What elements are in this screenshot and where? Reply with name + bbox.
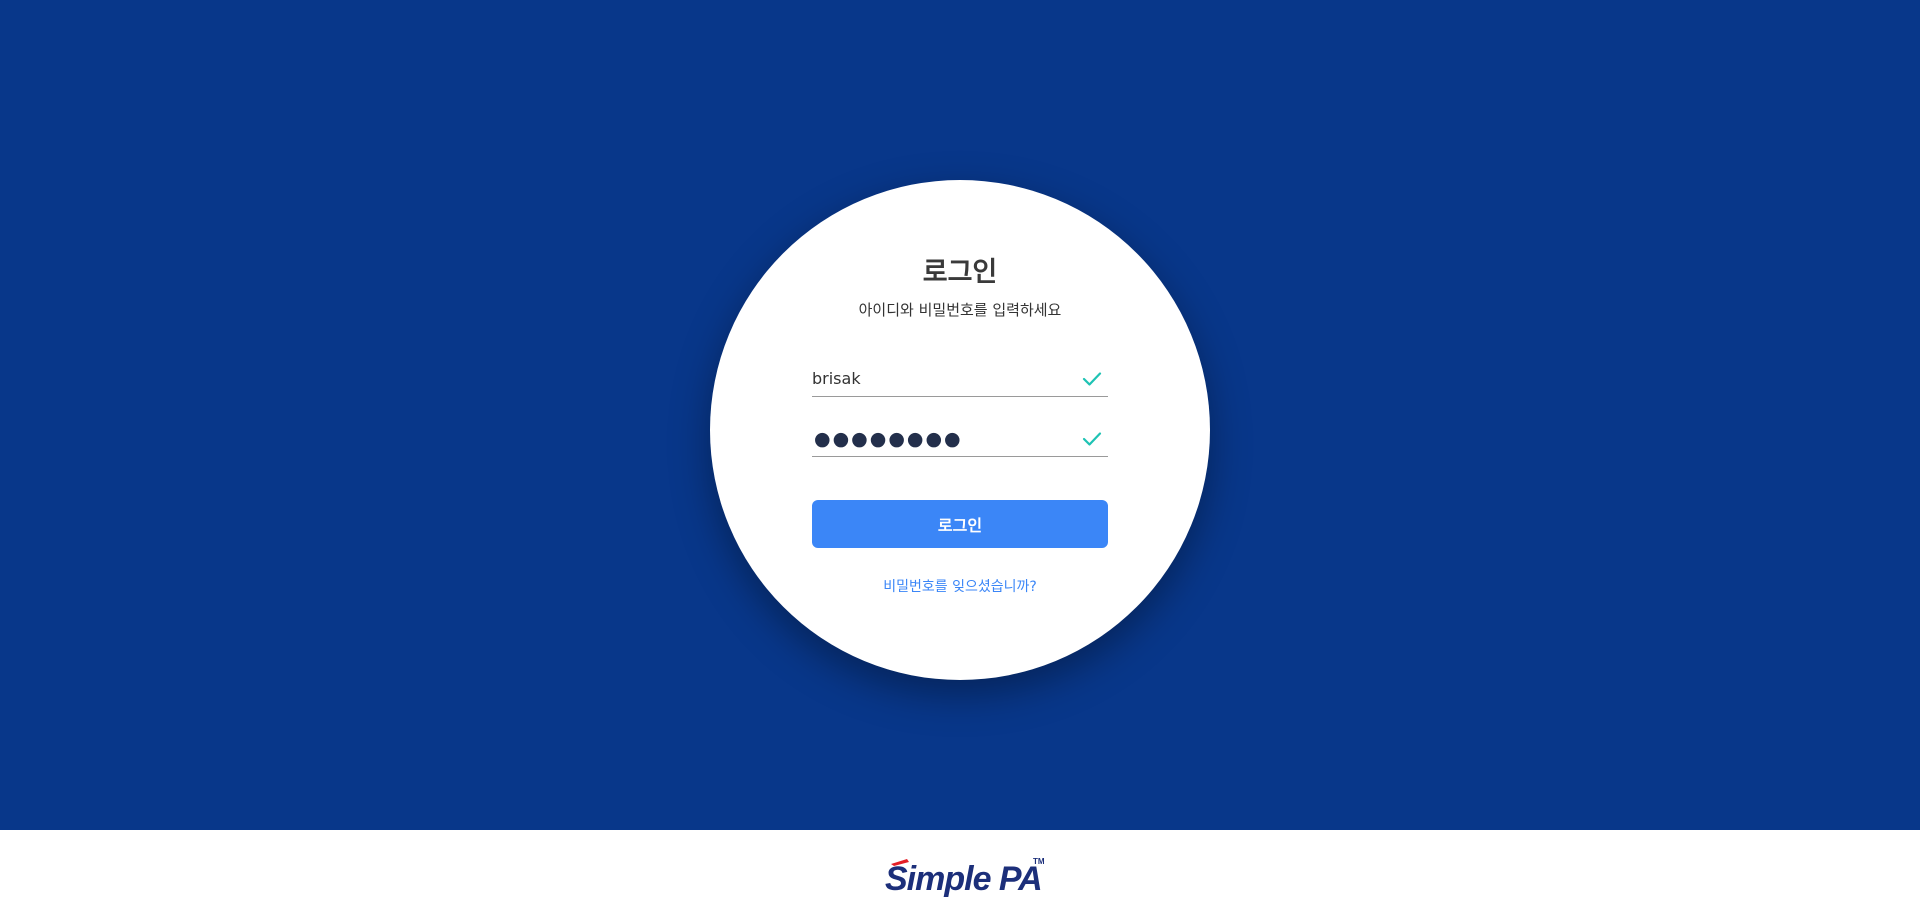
password-value[interactable]: ●●●●●●●● bbox=[814, 428, 963, 450]
svg-text:TM: TM bbox=[1033, 857, 1045, 866]
username-field[interactable]: brisak bbox=[812, 362, 1108, 397]
simple-pa-logo: Simple PA TM bbox=[885, 857, 1045, 898]
login-button[interactable]: 로그인 bbox=[812, 500, 1108, 548]
check-icon bbox=[1082, 372, 1102, 386]
login-title: 로그인 bbox=[922, 257, 998, 288]
login-form: 로그인 아이디와 비밀번호를 입력하세요 brisak ●●●●●●●● 로그인… bbox=[812, 255, 1108, 596]
login-card: 로그인 아이디와 비밀번호를 입력하세요 brisak ●●●●●●●● 로그인… bbox=[710, 180, 1210, 680]
svg-text:Simple PA: Simple PA bbox=[885, 860, 1042, 898]
username-value[interactable]: brisak bbox=[812, 369, 861, 388]
check-icon bbox=[1082, 432, 1102, 446]
forgot-password-link[interactable]: 비밀번호를 잊으셨습니까? bbox=[812, 576, 1108, 596]
login-subtitle: 아이디와 비밀번호를 입력하세요 bbox=[858, 301, 1062, 319]
password-field[interactable]: ●●●●●●●● bbox=[812, 422, 1108, 457]
login-background: 로그인 아이디와 비밀번호를 입력하세요 brisak ●●●●●●●● 로그인… bbox=[0, 0, 1920, 830]
footer: Simple PA TM bbox=[0, 830, 1920, 920]
